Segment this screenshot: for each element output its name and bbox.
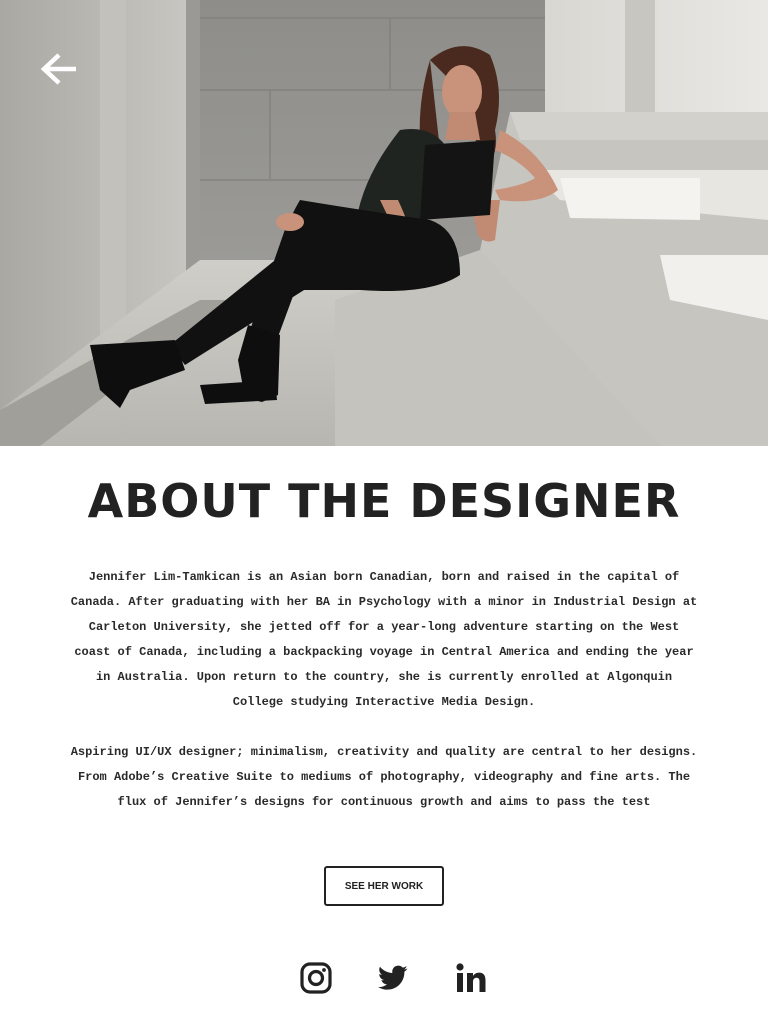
twitter-icon (378, 965, 408, 990)
linkedin-link[interactable] (451, 958, 491, 998)
hero-photo-illustration (0, 0, 768, 446)
arrow-left-icon (40, 53, 76, 85)
twitter-link[interactable] (373, 958, 413, 998)
instagram-link[interactable] (296, 958, 336, 998)
bio-paragraph-2: Aspiring UI/UX designer; minimalism, cre… (70, 745, 698, 809)
instagram-icon (300, 962, 332, 994)
page-title: ABOUT THE DESIGNER (87, 474, 681, 528)
hero-photo (0, 0, 768, 446)
linkedin-icon (456, 963, 486, 992)
see-her-work-button[interactable]: SEE HER WORK (324, 866, 444, 906)
about-page: ABOUT THE DESIGNER Jennifer Lim-Tamkican… (0, 0, 768, 1024)
bio-text: Jennifer Lim-Tamkican is an Asian born C… (70, 565, 698, 815)
bio-paragraph-1: Jennifer Lim-Tamkican is an Asian born C… (70, 570, 698, 709)
back-button[interactable] (34, 44, 84, 94)
